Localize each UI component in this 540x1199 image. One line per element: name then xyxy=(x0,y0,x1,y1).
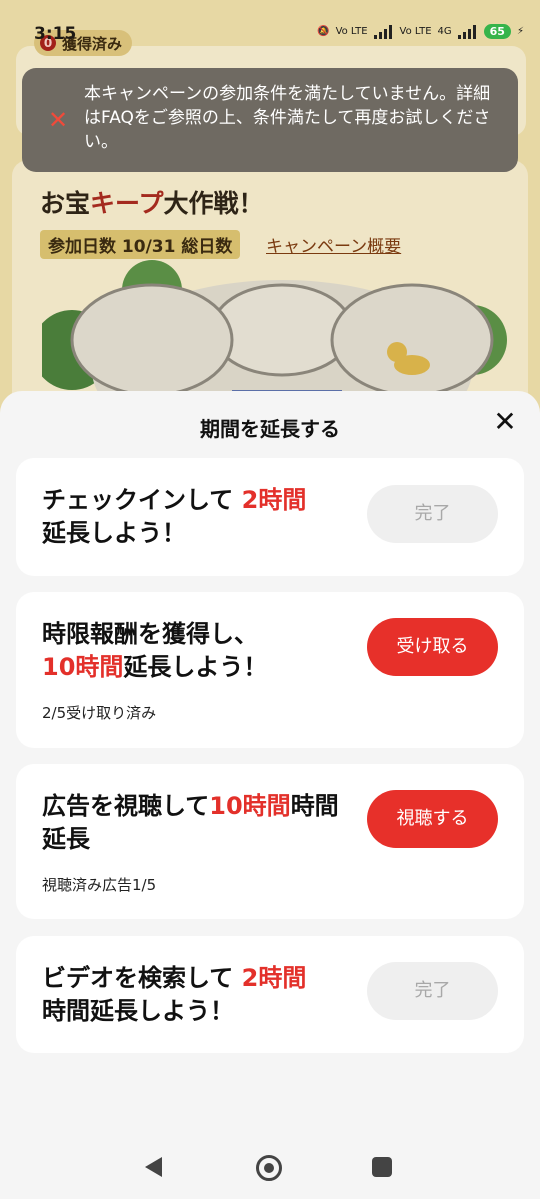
system-nav-bar xyxy=(0,1139,540,1199)
toast-message: 本キャンペーンの参加条件を満たしていません。詳細はFAQをご参照の上、条件満たし… xyxy=(84,84,491,152)
volte-icon: Vo LTE xyxy=(335,26,368,37)
campaign-title: お宝キープ大作戦！ xyxy=(40,189,264,218)
task-card-checkin: チェックインして 2時間 延長しよう！ 完了 xyxy=(16,458,524,576)
task-title: 時限報酬を獲得し、 10時間延長しよう！ xyxy=(42,620,268,681)
volte-icon-2: Vo LTE xyxy=(399,26,432,37)
task-progress: 視聴済み広告1/5 xyxy=(42,876,157,894)
task-progress: 2/5受け取り済み xyxy=(42,704,157,722)
error-toast: ✕ 本キャンペーンの参加条件を満たしていません。詳細はFAQをご参照の上、条件満… xyxy=(22,68,518,172)
network-type: 4G xyxy=(437,26,452,37)
charging-icon: ⚡ xyxy=(516,26,524,37)
receive-button[interactable]: 受け取る xyxy=(367,618,498,676)
watch-button[interactable]: 視聴する xyxy=(367,790,498,848)
close-icon[interactable]: ✕ xyxy=(488,405,522,439)
nav-back-icon[interactable] xyxy=(142,1155,164,1179)
nav-home-icon[interactable] xyxy=(256,1155,282,1181)
checkin-done-button[interactable]: 完了 xyxy=(367,485,498,543)
participation-days: 参加日数 10/31 総日数 xyxy=(40,230,241,259)
battery-icon: 65 xyxy=(483,24,511,39)
task-title: ビデオを検索して 2時間 時間延長しよう！ xyxy=(42,964,307,1025)
search-video-done-button[interactable]: 完了 xyxy=(367,962,498,1020)
task-card-search-video: ビデオを検索して 2時間 時間延長しよう！ 完了 xyxy=(16,936,524,1053)
task-title: チェックインして 2時間 延長しよう！ xyxy=(42,486,307,547)
status-icons: 🔕 Vo LTE Vo LTE 4G 65 ⚡ xyxy=(317,24,524,39)
mute-icon: 🔕 xyxy=(317,26,330,37)
signal-icon xyxy=(373,24,392,39)
status-time: 3:15 xyxy=(34,24,77,44)
nav-recents-icon[interactable] xyxy=(372,1157,392,1177)
campaign-overview-link[interactable]: キャンペーン概要 xyxy=(266,232,401,257)
task-title: 広告を視聴して10時間時間延長 xyxy=(42,792,339,853)
extend-period-sheet: 期間を延長する ✕ チェックインして 2時間 延長しよう！ 完了 時限報酬を獲得し… xyxy=(0,391,540,1139)
sheet-title: 期間を延長する xyxy=(200,417,340,441)
campaign-card: お宝キープ大作戦！ 参加日数 10/31 総日数 キャンペーン概要 xyxy=(12,160,528,420)
signal-icon-2 xyxy=(457,24,476,39)
error-icon: ✕ xyxy=(48,106,69,134)
status-bar: 3:15 🔕 Vo LTE Vo LTE 4G 65 ⚡ xyxy=(0,0,540,44)
campaign-illustration xyxy=(42,260,507,410)
task-card-timed-reward: 時限報酬を獲得し、 10時間延長しよう！ 2/5受け取り済み 受け取る xyxy=(16,592,524,748)
task-card-watch-ad: 広告を視聴して10時間時間延長 視聴済み広告1/5 視聴する xyxy=(16,764,524,919)
